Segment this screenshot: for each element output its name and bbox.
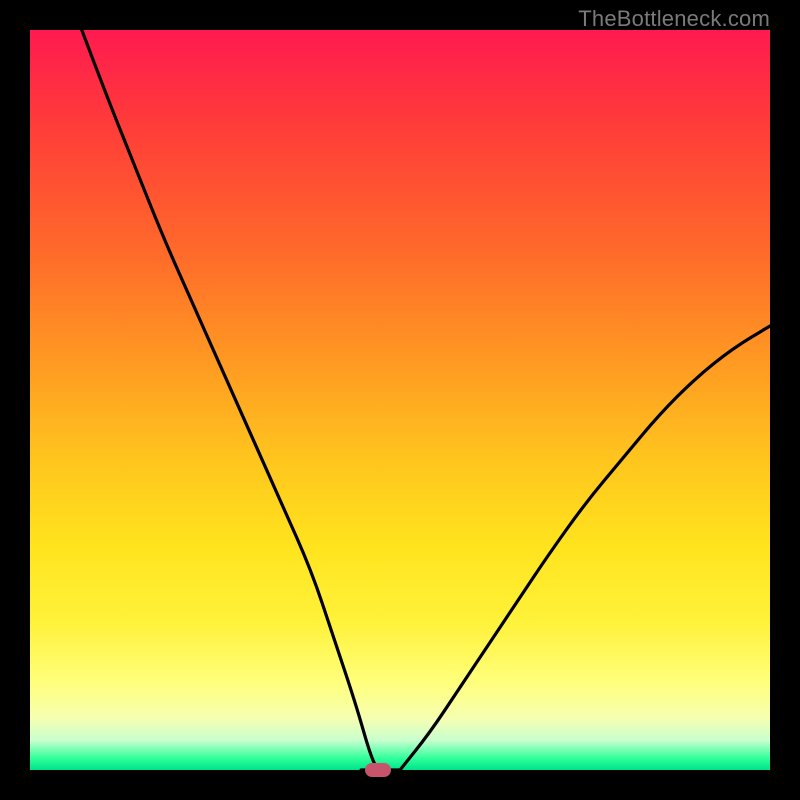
min-marker — [365, 763, 391, 777]
watermark-text: TheBottleneck.com — [578, 6, 770, 32]
plot-area — [30, 30, 770, 770]
chart-frame: TheBottleneck.com — [0, 0, 800, 800]
bottleneck-curve — [30, 30, 770, 770]
curve-path — [82, 30, 770, 770]
